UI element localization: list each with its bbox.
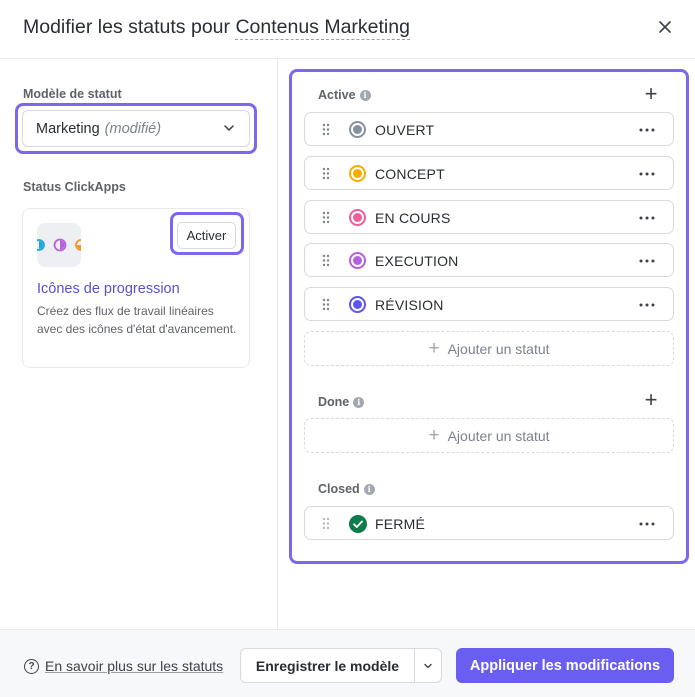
info-icon[interactable]: i (359, 89, 371, 101)
info-icon[interactable]: i (363, 483, 375, 495)
add-status-label: Ajouter un statut (447, 340, 550, 357)
more-options-icon[interactable] (639, 303, 655, 307)
chevron-down-icon (424, 663, 432, 668)
more-options-icon[interactable] (639, 259, 655, 263)
group-label-done: Done i (318, 395, 365, 409)
help-link-text: En savoir plus sur les statuts (45, 658, 224, 674)
status-name: EXECUTION (375, 253, 459, 269)
status-name: RÉVISION (375, 297, 444, 313)
template-label: Modèle de statut (23, 87, 122, 101)
apply-changes-button[interactable]: Appliquer les modifications (456, 648, 674, 683)
drag-handle-icon[interactable] (322, 254, 330, 267)
more-options-icon[interactable] (639, 522, 655, 526)
status-row-ouvert[interactable]: OUVERT (304, 112, 674, 146)
template-modifier: (modifié) (104, 120, 162, 137)
add-status-done[interactable]: + Ajouter un statut (304, 418, 674, 453)
group-done-text: Done (318, 395, 350, 409)
chevron-down-icon (224, 125, 234, 131)
status-name: FERMÉ (375, 516, 425, 532)
drag-handle-icon[interactable] (322, 211, 330, 224)
template-select[interactable]: Marketing (modifié) (22, 110, 250, 147)
activate-button[interactable]: Activer (177, 222, 236, 249)
add-status-active[interactable]: + Ajouter un statut (304, 331, 674, 366)
progress-icons-title: Icônes de progression (37, 281, 180, 297)
add-status-plus-icon[interactable]: + (642, 83, 660, 105)
group-active-text: Active (318, 88, 356, 102)
info-icon[interactable]: i (353, 396, 365, 408)
save-template-dropdown[interactable] (414, 648, 442, 683)
progress-icons-description: Créez des flux de travail linéaires avec… (37, 304, 237, 336)
template-value: Marketing (36, 120, 100, 137)
status-color-icon[interactable] (349, 121, 366, 138)
modal-title: Modifier les statuts pour Contenus Marke… (23, 16, 410, 40)
modal-header: Modifier les statuts pour Contenus Marke… (0, 0, 695, 59)
modal-footer: ? En savoir plus sur les statuts Enregis… (0, 629, 695, 697)
add-status-label: Ajouter un statut (447, 427, 550, 444)
status-name: CONCEPT (375, 166, 445, 182)
plus-icon: + (428, 425, 440, 446)
drag-handle-icon[interactable] (322, 123, 330, 136)
group-label-active: Active i (318, 88, 371, 102)
status-color-icon[interactable] (349, 165, 366, 182)
status-color-icon[interactable] (349, 296, 366, 313)
close-icon[interactable] (654, 16, 676, 38)
status-row-ferme[interactable]: FERMÉ (304, 506, 674, 540)
status-row-en-cours[interactable]: EN COURS (304, 200, 674, 234)
status-row-execution[interactable]: EXECUTION (304, 243, 674, 277)
status-color-icon[interactable] (349, 252, 366, 269)
status-name: EN COURS (375, 210, 451, 226)
project-name[interactable]: Contenus Marketing (235, 16, 410, 40)
add-status-plus-icon[interactable]: + (642, 389, 660, 411)
drag-handle-icon[interactable] (322, 517, 330, 530)
title-prefix: Modifier les statuts pour (23, 16, 231, 38)
check-circle-icon[interactable] (349, 515, 367, 533)
status-color-icon[interactable] (349, 209, 366, 226)
drag-handle-icon[interactable] (322, 167, 330, 180)
more-options-icon[interactable] (639, 216, 655, 220)
help-question-icon: ? (24, 658, 39, 674)
progress-icons-preview-icon (37, 223, 81, 267)
plus-icon: + (428, 338, 440, 359)
more-options-icon[interactable] (639, 128, 655, 132)
status-row-revision[interactable]: RÉVISION (304, 287, 674, 321)
save-template-button[interactable]: Enregistrer le modèle (240, 648, 415, 683)
more-options-icon[interactable] (639, 172, 655, 176)
group-closed-text: Closed (318, 482, 360, 496)
group-label-closed: Closed i (318, 482, 375, 496)
drag-handle-icon[interactable] (322, 298, 330, 311)
clickapps-label: Status ClickApps (23, 180, 126, 194)
help-link[interactable]: ? En savoir plus sur les statuts (24, 658, 223, 674)
status-row-concept[interactable]: CONCEPT (304, 156, 674, 190)
status-name: OUVERT (375, 122, 435, 138)
